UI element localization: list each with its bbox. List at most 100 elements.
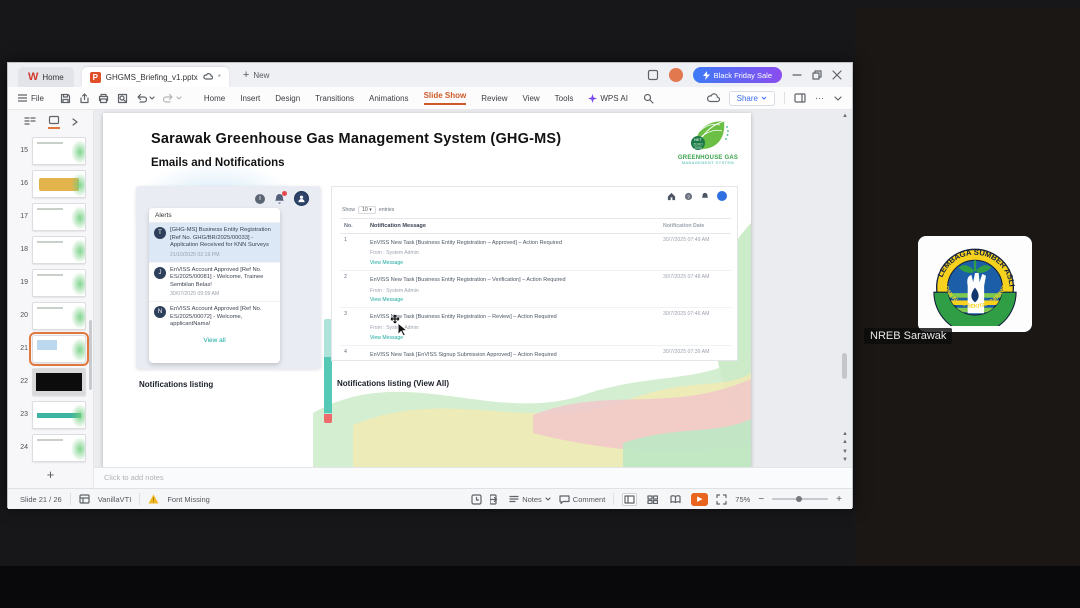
switch-window-icon[interactable] [647, 69, 659, 81]
thumbnail-scrollbar[interactable] [89, 320, 92, 390]
caret-down-icon [149, 96, 155, 100]
slide-thumbnail-24[interactable]: 24 [8, 431, 93, 464]
file-menu[interactable]: File [8, 94, 52, 103]
slide-settings-icon[interactable] [471, 493, 482, 505]
zoom-in-button[interactable]: + [836, 494, 842, 505]
statusbar: Slide 21 / 26 VanillaVTI ! Font Missing … [8, 488, 852, 509]
promo-label: Black Friday Sale [713, 70, 772, 80]
view-all-link[interactable]: View all [149, 333, 280, 348]
expand-panel-chevron-icon[interactable] [71, 118, 78, 126]
collapse-ribbon-icon[interactable] [834, 95, 842, 101]
document-tab[interactable]: P GHGMS_Briefing_v1.pptx * [81, 67, 229, 87]
zoom-out-button[interactable]: − [758, 494, 764, 505]
scroll-up-icon[interactable]: ▲ [840, 112, 850, 120]
normal-view-icon[interactable] [622, 492, 638, 506]
participant-name-label: NREB Sarawak [864, 328, 953, 344]
slide-thumbnail-16[interactable]: 16 [8, 167, 93, 200]
menu-home[interactable]: Home [204, 94, 225, 103]
view-message-link[interactable]: View Message [370, 297, 403, 303]
menu-review[interactable]: Review [481, 94, 507, 103]
undo-button[interactable] [136, 93, 155, 103]
slide-thumbnail-21-selected[interactable]: 21 [8, 331, 93, 366]
new-tab-button[interactable]: + New [243, 69, 269, 81]
zoom-level[interactable]: 75% [735, 495, 750, 504]
menu-animations[interactable]: Animations [369, 94, 409, 103]
bell-icon [274, 190, 287, 205]
menu-view[interactable]: View [522, 94, 539, 103]
col-message: Notification Message [370, 223, 426, 229]
theme-name[interactable]: VanillaVTI [98, 495, 132, 504]
alert-item[interactable]: T [GHG-MS] Business Entity Registration … [149, 223, 280, 263]
redo-button[interactable] [162, 93, 182, 103]
slide-thumbnail-22[interactable]: 22 [8, 365, 93, 398]
canvas-scrollbar[interactable]: ▲ ▲ ▲ ▼ ▼ [840, 110, 850, 467]
slide-thumbnail-17[interactable]: 17 [8, 200, 93, 233]
reading-view-icon[interactable] [668, 493, 683, 506]
comment-button[interactable]: Comment [559, 494, 605, 504]
scrollbar-thumb[interactable] [842, 353, 847, 379]
help-icon: ? [684, 192, 693, 200]
add-slide-button[interactable]: + [8, 467, 93, 482]
svg-text:!: ! [153, 498, 155, 504]
zoom-slider-handle[interactable] [796, 496, 803, 502]
page-size-select[interactable]: 10 ▾ [357, 206, 376, 214]
cloud-upload-icon[interactable] [706, 93, 720, 103]
menu-transitions[interactable]: Transitions [315, 94, 354, 103]
slideshow-play-button[interactable]: ▶ [691, 492, 709, 506]
notes-placeholder[interactable]: Click to add notes [94, 467, 852, 488]
more-options-icon[interactable]: ⋯ [815, 93, 825, 104]
notes-icon [509, 495, 519, 503]
view-message-link[interactable]: View Message [370, 260, 403, 266]
comment-icon [559, 494, 570, 504]
slide-21: Sarawak Greenhouse Gas Management System… [103, 113, 751, 467]
lightning-icon [702, 70, 710, 80]
save-icon[interactable] [60, 93, 71, 104]
slide-thumbnail-18[interactable]: 18 [8, 233, 93, 266]
minimize-button[interactable] [792, 70, 802, 80]
slide-thumbnail-20[interactable]: 20 [8, 299, 93, 332]
menu-slide-show[interactable]: Slide Show [423, 91, 467, 105]
menu-insert[interactable]: Insert [240, 94, 260, 103]
share-button[interactable]: Share [728, 90, 775, 106]
outline-view-tab-icon[interactable] [23, 117, 36, 127]
export-icon[interactable] [79, 92, 90, 104]
slide-thumbnail-23[interactable]: 23 [8, 398, 93, 431]
theme-icon [79, 494, 90, 504]
account-avatar[interactable] [668, 68, 683, 82]
handout-export-icon[interactable] [490, 493, 501, 505]
alerts-header: Alerts [149, 208, 280, 223]
font-missing-warning[interactable]: Font Missing [167, 495, 210, 504]
alert-item[interactable]: N EnVISS Account Approved [Ref No. ES/20… [149, 302, 280, 333]
table-row: 4 EnVISS New Task [EnVISS Signup Submiss… [340, 346, 731, 360]
slide-sorter-view-icon[interactable] [645, 493, 660, 506]
slide-thumbnail-19[interactable]: 19 [8, 266, 93, 299]
slide-thumbnail-15[interactable]: 15 [8, 134, 93, 167]
restore-button[interactable] [812, 70, 822, 80]
user-avatar-icon [294, 191, 309, 206]
caption-right: Notifications listing (View All) [337, 379, 450, 388]
task-pane-icon[interactable] [794, 93, 806, 103]
next-slide-icon[interactable]: ▼ ▼ [840, 448, 850, 464]
redo-icon [162, 93, 173, 103]
col-date: Notification Date [663, 223, 705, 229]
caret-down-icon [176, 96, 182, 100]
menu-design[interactable]: Design [275, 94, 300, 103]
caption-left: Notifications listing [139, 380, 214, 389]
menu-wps-ai[interactable]: WPS AI [588, 93, 628, 103]
print-preview-icon[interactable] [117, 93, 128, 104]
close-button[interactable] [832, 70, 842, 80]
alert-item[interactable]: J EnVISS Account Approved [Ref No. ES/20… [149, 263, 280, 303]
menu-tools[interactable]: Tools [555, 94, 574, 103]
notes-toggle[interactable]: Notes [509, 495, 551, 504]
alert-time: 30/07/2025 09:09 AM [170, 291, 220, 298]
slide-counter: Slide 21 / 26 [20, 494, 62, 504]
fit-slide-icon[interactable] [716, 493, 727, 505]
home-app-tab[interactable]: W Home [18, 67, 74, 87]
previous-slide-icon[interactable]: ▲ ▲ [840, 430, 850, 446]
participant-logo: LEMBAGA SUMBER ASLI DAN ALAM SEKITAR SAR… [918, 236, 1032, 332]
zoom-slider[interactable] [772, 496, 829, 502]
promo-button[interactable]: Black Friday Sale [692, 67, 782, 83]
slides-view-tab-icon[interactable] [47, 115, 60, 129]
print-icon[interactable] [98, 93, 109, 104]
search-icon[interactable] [643, 93, 654, 104]
